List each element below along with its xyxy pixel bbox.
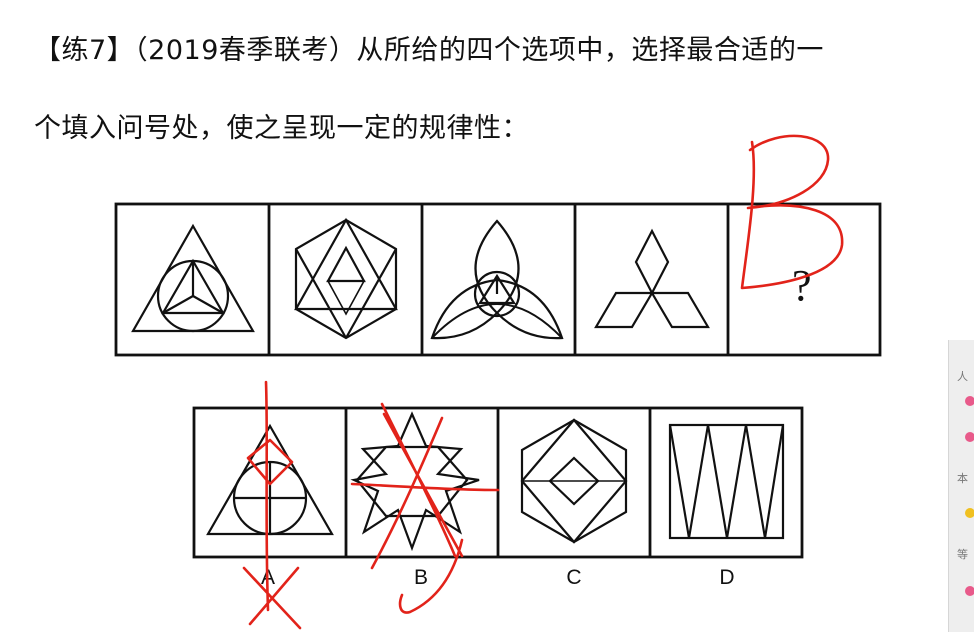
- option-a-figure[interactable]: [206, 423, 334, 536]
- question-figure-2: [294, 217, 398, 340]
- puzzle-figure: ? A B C D: [114, 134, 882, 630]
- question-figure-3: [430, 219, 564, 340]
- side-panel-dot-3: [965, 508, 974, 518]
- question-figure-4: [594, 228, 710, 329]
- strike-option-a: [242, 380, 302, 630]
- option-c-figure[interactable]: [520, 418, 628, 544]
- option-d-figure[interactable]: [668, 423, 785, 540]
- option-label-c: C: [566, 566, 581, 589]
- option-label-b: B: [414, 566, 428, 589]
- side-panel-dot-2: [965, 432, 974, 442]
- side-panel-text-1: 人: [957, 370, 968, 383]
- side-panel-dot-1: [965, 396, 974, 406]
- question-figure-1: [131, 223, 255, 333]
- side-panel-text-2: 本: [957, 472, 968, 485]
- question-mark: ?: [792, 261, 812, 310]
- option-label-d: D: [719, 566, 734, 589]
- option-b-figure[interactable]: [350, 411, 480, 552]
- side-panel-dot-4: [965, 586, 974, 596]
- side-panel: 人 本 等: [948, 340, 974, 632]
- side-panel-text-3: 等: [957, 548, 968, 561]
